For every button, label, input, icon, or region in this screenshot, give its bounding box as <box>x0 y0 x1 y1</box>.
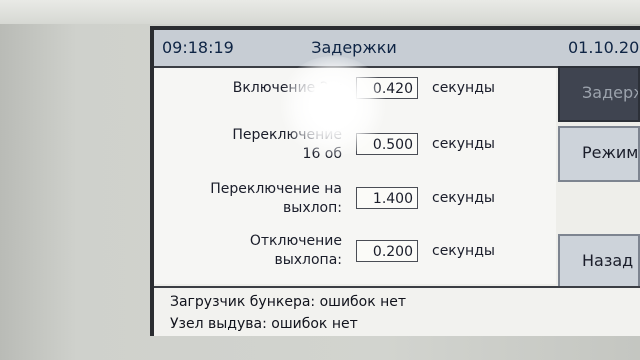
delay-settings-panel: Включение 2-х 0.420 секунды Переключение… <box>154 68 556 284</box>
clock-date: 01.10.20 <box>568 38 640 57</box>
status-hopper-loader: Загрузчик бункера: ошибок нет <box>170 294 407 310</box>
status-blow-unit: Узел выдува: ошибок нет <box>170 316 358 332</box>
page-title: Задержки <box>311 38 397 57</box>
status-bar: Загрузчик бункера: ошибок нет Узел выдув… <box>154 286 640 336</box>
delay-row-switch-on-2x: Включение 2-х 0.420 секунды <box>154 76 556 102</box>
delay-label: Переключение 16 об <box>232 127 342 162</box>
delay-value-input[interactable]: 0.500 <box>356 133 418 155</box>
delay-label: Отключение выхлопа: <box>249 233 342 268</box>
delay-value-input[interactable]: 0.420 <box>356 77 418 99</box>
title-bar: 09:18:19 Задержки 01.10.20 <box>154 30 640 68</box>
back-button[interactable]: Назад <box>558 234 640 290</box>
unit-label: секунды <box>432 190 495 206</box>
delay-label: Переключение на выхлоп: <box>210 181 342 216</box>
delay-row-switch-to-exhaust: Переключение на выхлоп: 1.400 секунды <box>154 180 556 224</box>
delay-value-input[interactable]: 0.200 <box>356 240 418 262</box>
delay-value-input[interactable]: 1.400 <box>356 187 418 209</box>
delay-row-exhaust-off: Отключение выхлопа: 0.200 секунды <box>154 232 556 276</box>
unit-label: секунды <box>432 80 495 96</box>
delay-row-switch-16: Переключение 16 об 0.500 секунды <box>154 126 556 170</box>
unit-label: секунды <box>432 136 495 152</box>
delay-label: Включение 2-х <box>232 80 342 96</box>
device-bezel-top <box>0 0 640 24</box>
hmi-screen: 09:18:19 Задержки 01.10.20 Включение 2-х… <box>154 30 640 336</box>
mode-button[interactable]: Режим <box>558 126 640 182</box>
delays-tab-button[interactable]: Задерж <box>558 66 640 122</box>
unit-label: секунды <box>432 243 495 259</box>
